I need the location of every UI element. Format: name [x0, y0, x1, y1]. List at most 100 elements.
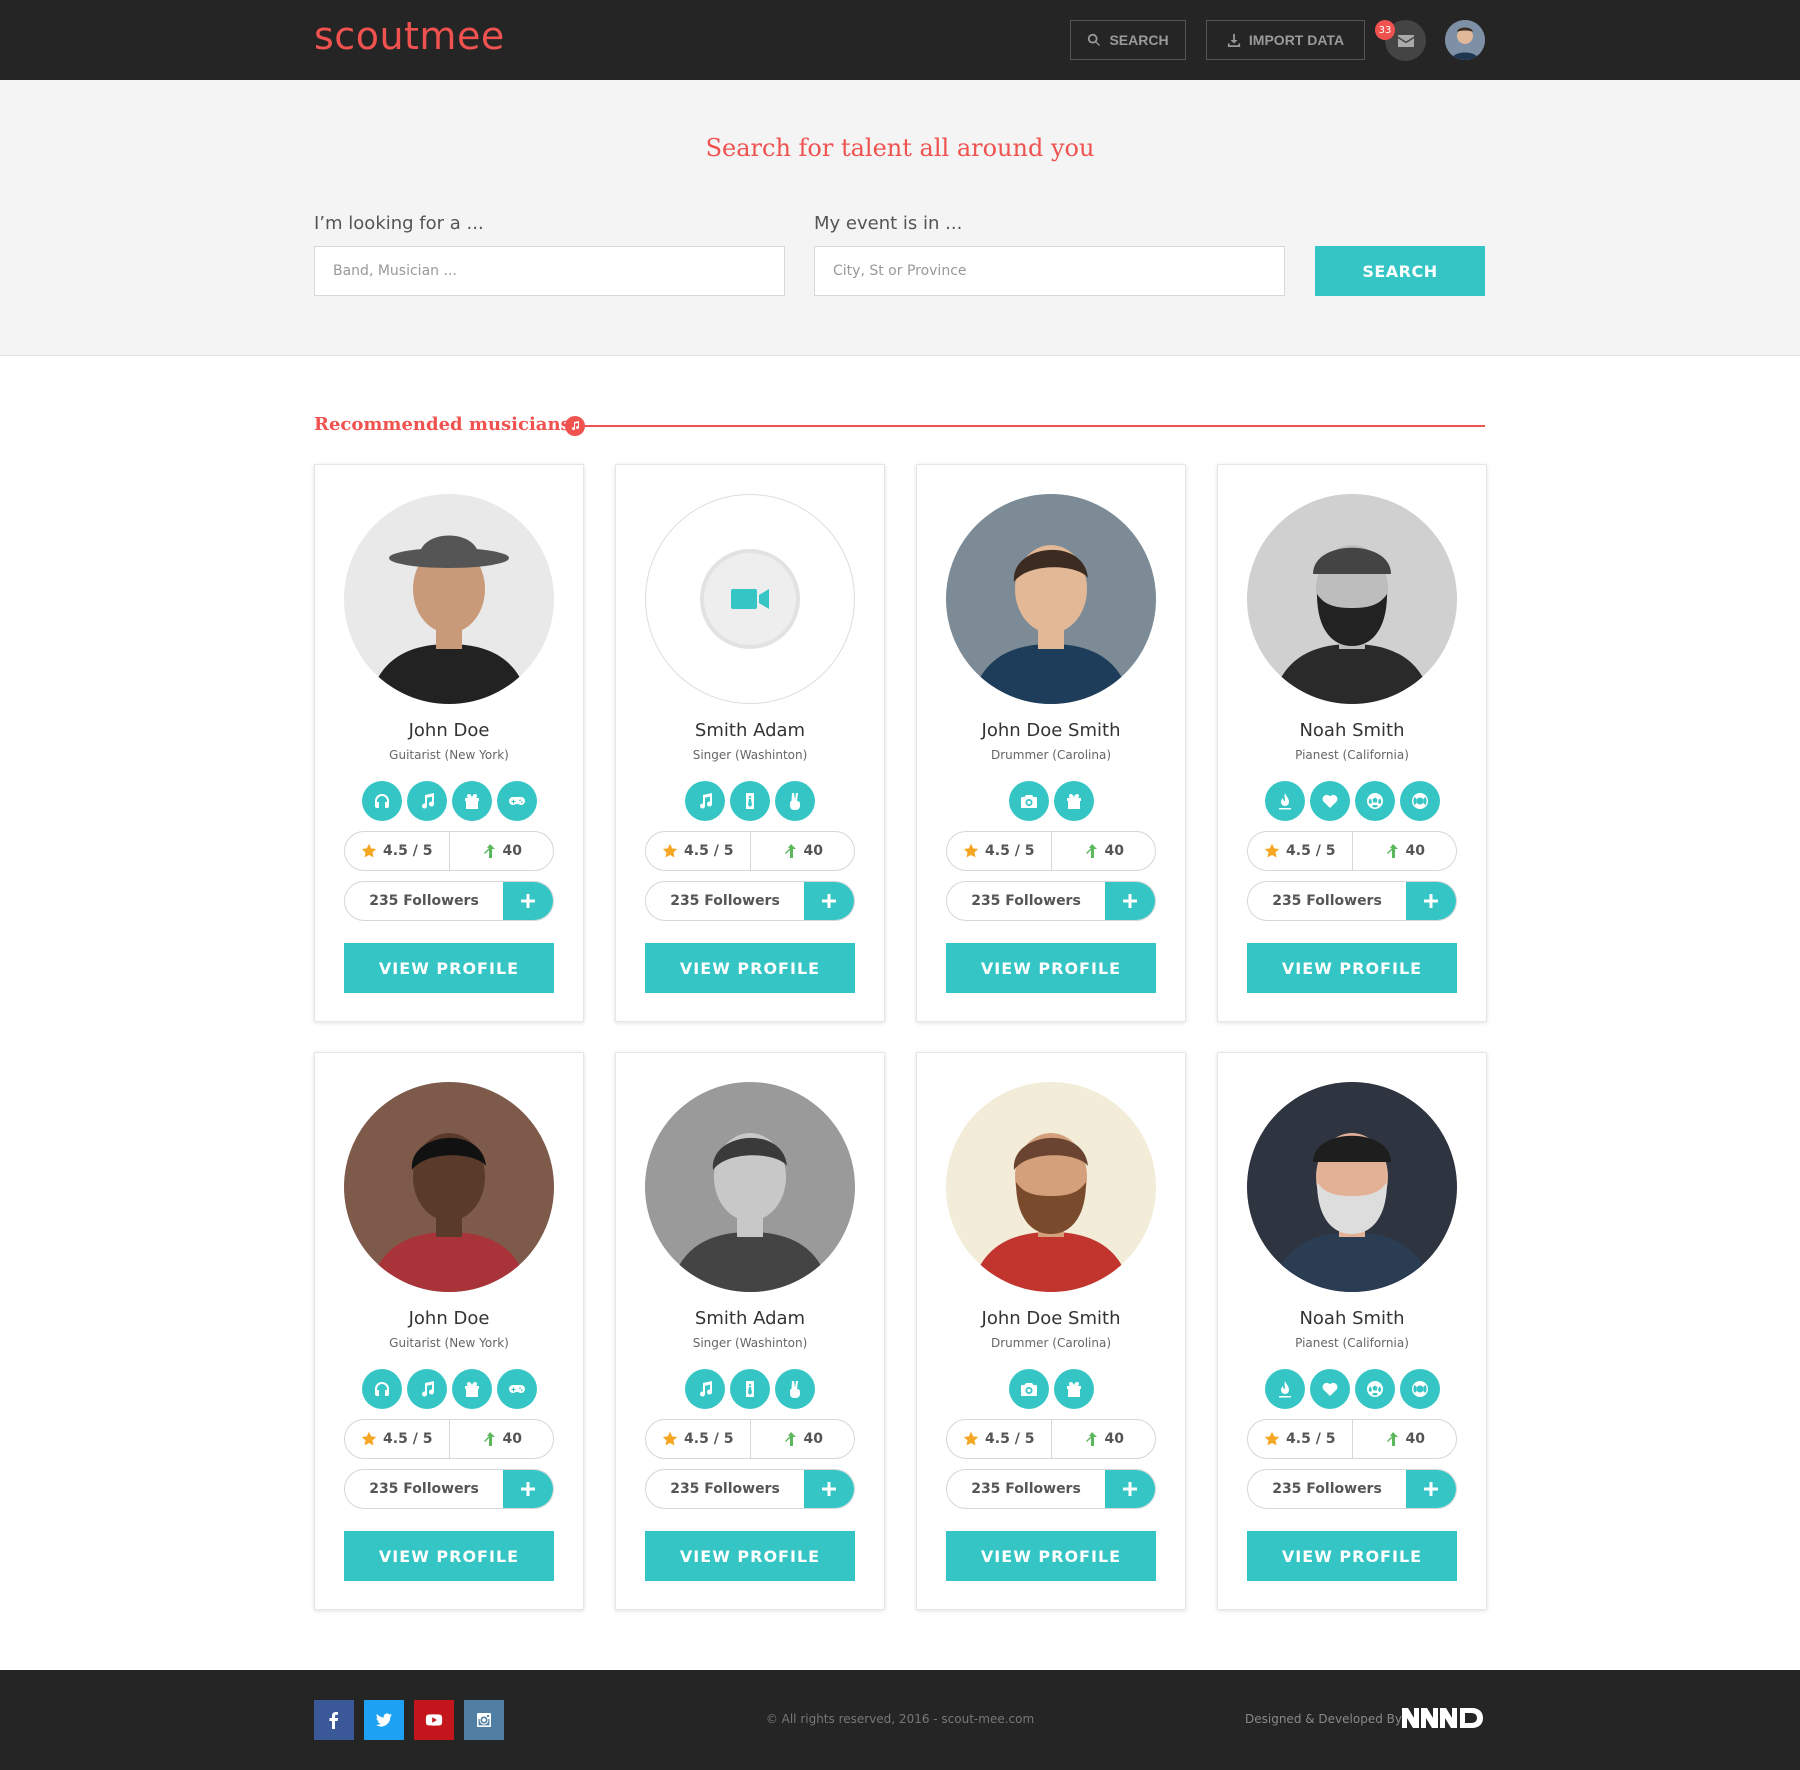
- musician-photo[interactable]: [1247, 494, 1457, 704]
- trend-stat: 40: [1351, 832, 1457, 870]
- skill-icons: [616, 781, 884, 821]
- event-location-input[interactable]: [814, 246, 1285, 296]
- gift-skill-button[interactable]: [451, 781, 492, 821]
- life-ring-skill-button[interactable]: [1399, 1369, 1440, 1409]
- music-note-skill-button[interactable]: [406, 781, 447, 821]
- trend-stat: 40: [1351, 1420, 1457, 1458]
- music-note-skill-button[interactable]: [685, 1369, 725, 1409]
- musician-role: Singer (Washinton): [692, 748, 808, 762]
- musician-photo[interactable]: [946, 494, 1156, 704]
- view-profile-button[interactable]: VIEW PROFILE: [344, 943, 554, 993]
- user-avatar[interactable]: [1445, 20, 1485, 60]
- rating-stat: 4.5 / 5: [345, 1420, 449, 1458]
- gift-icon: [1066, 1382, 1081, 1397]
- trend-stat: 40: [448, 832, 554, 870]
- follow-add-button[interactable]: [804, 882, 854, 920]
- life-ring-skill-button[interactable]: [1399, 781, 1440, 821]
- musician-role: Guitarist (New York): [389, 748, 509, 762]
- follow-add-button[interactable]: [804, 1470, 854, 1508]
- musician-card: Noah Smith Pianest (California) 4.5 / 5 …: [1217, 1052, 1487, 1610]
- plus-icon: [1424, 1482, 1438, 1496]
- music-note-icon: [421, 1381, 434, 1397]
- event-location-label: My event is in ...: [814, 213, 963, 234]
- notification-badge: 33: [1375, 20, 1395, 40]
- view-profile-button[interactable]: VIEW PROFILE: [645, 1531, 855, 1581]
- musician-photo[interactable]: [344, 494, 554, 704]
- stats-pill: 4.5 / 5 40: [946, 831, 1156, 871]
- gamepad-skill-button[interactable]: [496, 1369, 537, 1409]
- import-data-button[interactable]: IMPORT DATA: [1206, 20, 1365, 60]
- soccer-ball-skill-button[interactable]: [1354, 1369, 1395, 1409]
- music-note-icon: [700, 1381, 713, 1397]
- heart-skill-button[interactable]: [1309, 1369, 1350, 1409]
- header-search-label: SEARCH: [1109, 32, 1169, 48]
- tie-skill-button[interactable]: [730, 781, 770, 821]
- musician-photo[interactable]: [1247, 1082, 1457, 1292]
- scoutmee-logo[interactable]: scoutmee: [314, 14, 505, 58]
- gamepad-skill-button[interactable]: [496, 781, 537, 821]
- heart-skill-button[interactable]: [1309, 781, 1350, 821]
- musician-photo[interactable]: [645, 1082, 855, 1292]
- fire-skill-button[interactable]: [1264, 1369, 1305, 1409]
- music-note-icon: [565, 416, 585, 436]
- music-note-skill-button[interactable]: [406, 1369, 447, 1409]
- musician-card: John Doe Guitarist (New York) 4.5 / 5 40…: [314, 1052, 584, 1610]
- music-note-skill-button[interactable]: [685, 781, 725, 821]
- view-profile-button[interactable]: VIEW PROFILE: [645, 943, 855, 993]
- view-profile-button[interactable]: VIEW PROFILE: [946, 943, 1156, 993]
- headphones-skill-button[interactable]: [361, 781, 402, 821]
- skill-icons: [917, 1369, 1185, 1409]
- tie-icon: [746, 1381, 754, 1397]
- rating-stat: 4.5 / 5: [345, 832, 449, 870]
- headphones-skill-button[interactable]: [361, 1369, 402, 1409]
- musician-photo[interactable]: [645, 494, 855, 704]
- view-profile-button[interactable]: VIEW PROFILE: [1247, 1531, 1457, 1581]
- looking-for-input[interactable]: [314, 246, 785, 296]
- soccer-ball-icon: [1366, 1381, 1383, 1397]
- gift-skill-button[interactable]: [1053, 781, 1094, 821]
- musician-name: John Doe Smith: [981, 720, 1121, 741]
- developer-logo[interactable]: [1402, 1706, 1486, 1730]
- import-data-label: IMPORT DATA: [1248, 32, 1345, 48]
- follow-add-button[interactable]: [503, 1470, 553, 1508]
- peace-hand-skill-button[interactable]: [775, 781, 815, 821]
- view-profile-button[interactable]: VIEW PROFILE: [946, 1531, 1156, 1581]
- view-profile-button[interactable]: VIEW PROFILE: [1247, 943, 1457, 993]
- peace-hand-skill-button[interactable]: [775, 1369, 815, 1409]
- rating-value: 4.5 / 5: [1286, 843, 1336, 859]
- soccer-ball-skill-button[interactable]: [1354, 781, 1395, 821]
- camera-icon: [1020, 795, 1037, 808]
- musician-photo[interactable]: [946, 1082, 1156, 1292]
- peace-hand-icon: [790, 793, 800, 810]
- tie-icon: [746, 793, 754, 809]
- music-note-icon: [421, 793, 434, 809]
- fire-skill-button[interactable]: [1264, 781, 1305, 821]
- follow-add-button[interactable]: [1105, 882, 1155, 920]
- camera-skill-button[interactable]: [1008, 781, 1049, 821]
- fire-icon: [1278, 793, 1291, 810]
- gift-skill-button[interactable]: [451, 1369, 492, 1409]
- followers-pill: 235 Followers: [946, 881, 1156, 921]
- follow-add-button[interactable]: [1105, 1470, 1155, 1508]
- copyright-text: © All rights reserved, 2016 - scout-mee.…: [765, 1712, 1035, 1726]
- camera-skill-button[interactable]: [1008, 1369, 1049, 1409]
- follow-add-button[interactable]: [503, 882, 553, 920]
- rating-value: 4.5 / 5: [684, 843, 734, 859]
- star-icon: [1264, 843, 1280, 858]
- header-search-button[interactable]: SEARCH: [1070, 20, 1186, 60]
- skill-icons: [315, 781, 583, 821]
- followers-count: 235 Followers: [1272, 1481, 1382, 1497]
- video-placeholder: [700, 549, 800, 649]
- trend-value: 40: [1104, 843, 1124, 859]
- search-submit-button[interactable]: SEARCH: [1315, 246, 1485, 296]
- follow-add-button[interactable]: [1406, 1470, 1456, 1508]
- follow-add-button[interactable]: [1406, 882, 1456, 920]
- star-icon: [1264, 1431, 1280, 1446]
- tie-skill-button[interactable]: [730, 1369, 770, 1409]
- gift-skill-button[interactable]: [1053, 1369, 1094, 1409]
- view-profile-button[interactable]: VIEW PROFILE: [344, 1531, 554, 1581]
- fire-icon: [1278, 1381, 1291, 1398]
- musician-name: John Doe: [408, 720, 490, 741]
- gift-icon: [1066, 794, 1081, 809]
- musician-photo[interactable]: [344, 1082, 554, 1292]
